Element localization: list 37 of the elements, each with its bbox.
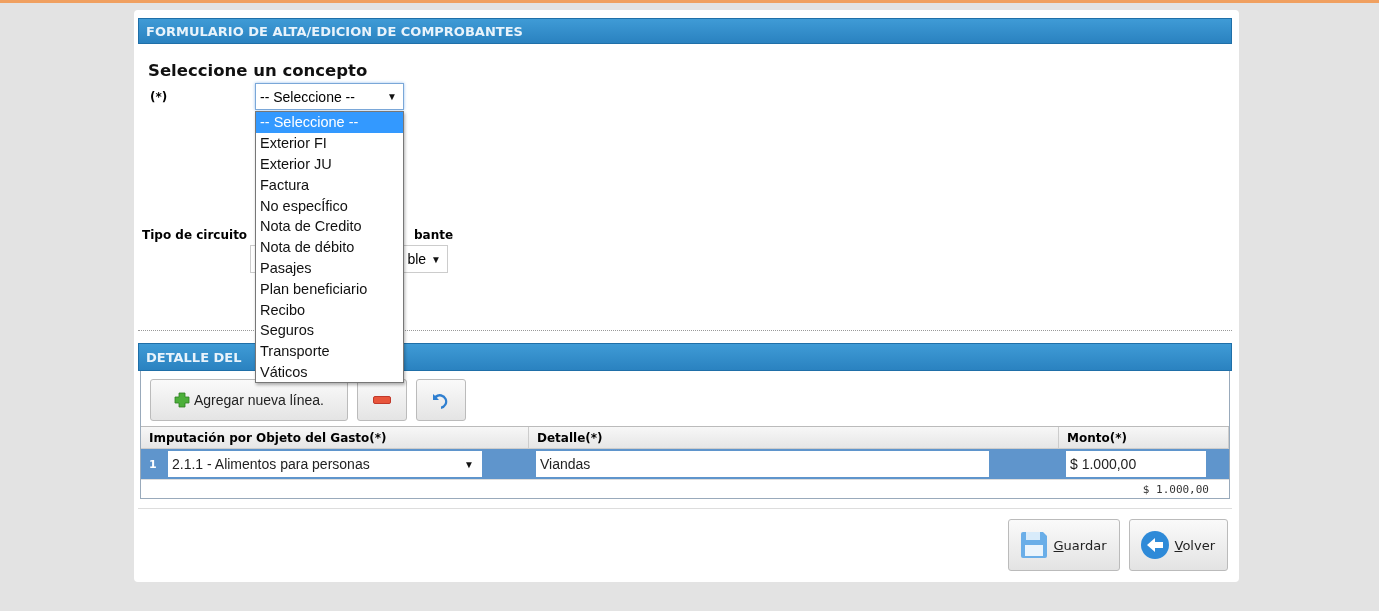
row-number: 1 (148, 457, 158, 471)
undo-button[interactable] (416, 379, 466, 421)
dropdown-option[interactable]: Exterior JU (256, 153, 403, 175)
dropdown-option[interactable]: Seguros (256, 319, 403, 341)
concept-heading: Seleccione un concepto (148, 61, 369, 80)
section-title: DETALLE DEL (146, 349, 242, 365)
column-header: Imputación por Objeto del Gasto(*) (141, 427, 529, 448)
column-header: Monto(*) (1059, 427, 1229, 448)
dropdown-option[interactable]: No especÍfico (256, 195, 403, 216)
dropdown-option[interactable]: Transporte (256, 340, 403, 362)
add-line-button[interactable]: Agregar nueva línea. (150, 379, 348, 421)
amount-input[interactable]: $ 1.000,00 (1066, 451, 1206, 477)
total-amount: $ 1.000,00 (1142, 482, 1209, 496)
caret-icon: ▼ (464, 458, 474, 470)
minus-icon (373, 396, 391, 404)
required-mark: (*) (150, 89, 169, 104)
concept-select[interactable]: -- Seleccione -- ▼ (255, 83, 404, 110)
plus-icon (174, 392, 190, 408)
dropdown-option[interactable]: Nota de débito (256, 236, 403, 258)
circuit-label: Tipo de circuito (142, 228, 248, 242)
dropdown-option[interactable]: Plan beneficiario (256, 278, 403, 300)
dropdown-option[interactable]: Factura (256, 174, 403, 196)
save-button[interactable]: Guardar (1007, 519, 1120, 571)
dropdown-option[interactable]: Nota de Credito (256, 216, 403, 237)
dropdown-option[interactable]: Exterior FI (256, 132, 403, 154)
caret-icon: ▼ (431, 253, 441, 265)
caret-icon: ▼ (387, 91, 397, 102)
remove-line-button[interactable] (357, 379, 407, 421)
section-title: FORMULARIO DE ALTA/EDICION DE COMPROBANTES (146, 23, 523, 39)
dropdown-option[interactable]: Recibo (256, 299, 403, 320)
dropdown-option[interactable]: Pasajes (256, 257, 403, 279)
detail-input[interactable]: Viandas (536, 451, 989, 477)
back-button[interactable]: Volver (1128, 519, 1228, 571)
voucher-label: bante (414, 228, 454, 242)
imputation-select[interactable]: 2.1.1 - Alimentos para personas ▼ (168, 451, 482, 477)
table-row[interactable]: 1 2.1.1 - Alimentos para personas ▼ Viandas $ 1.000,00 (141, 449, 1229, 479)
column-header: Detalle(*) (529, 427, 1059, 448)
